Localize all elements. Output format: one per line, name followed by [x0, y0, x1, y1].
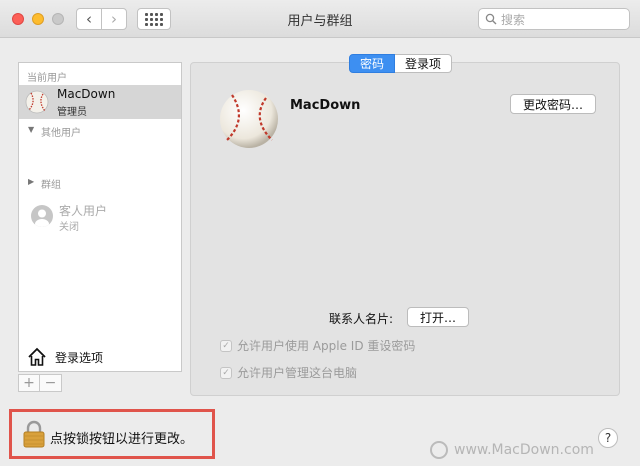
search-input[interactable]: 搜索 — [478, 8, 630, 30]
allow-admin-checkbox[interactable]: ✓ 允许用户管理这台电脑 — [220, 364, 357, 381]
window-title: 用户与群组 — [287, 14, 353, 29]
open-contact-card-button[interactable]: 打开… — [407, 307, 469, 327]
current-user-role: 管理员 — [57, 107, 87, 118]
search-icon — [485, 13, 497, 25]
watermark-logo-icon — [430, 441, 448, 459]
guest-avatar-icon — [31, 205, 53, 227]
title-bar: ‹ › 用户与群组 搜索 — [0, 0, 640, 38]
close-window-button[interactable] — [12, 13, 24, 25]
add-user-button[interactable]: + — [18, 374, 40, 392]
search-placeholder: 搜索 — [501, 12, 526, 27]
grid-icon — [145, 12, 163, 26]
login-options-item[interactable]: 登录选项 — [27, 347, 103, 367]
baseball-avatar-icon[interactable] — [218, 88, 280, 150]
minimize-window-button[interactable] — [32, 13, 44, 25]
tab-password[interactable]: 密码 — [349, 54, 396, 73]
remove-user-button[interactable]: − — [40, 374, 62, 392]
back-arrow-icon: ‹ — [86, 10, 92, 28]
watermark-text: www.MacDown.com — [454, 442, 594, 458]
guest-user-status: 关闭 — [59, 222, 79, 233]
allow-admin-label: 允许用户管理这台电脑 — [237, 366, 358, 380]
disclosure-triangle-right-icon[interactable]: ▶ — [28, 177, 34, 186]
users-sidebar: 当前用户 MacDown 管理员 ▼ 其他用户 客人用户 关闭 ▶ 群组 登录选… — [18, 62, 182, 372]
checkbox-mark-icon: ✓ — [220, 339, 232, 352]
zoom-window-button[interactable] — [52, 13, 64, 25]
checkbox-mark-icon: ✓ — [220, 366, 232, 379]
house-icon — [28, 347, 46, 366]
tab-login-items[interactable]: 登录项 — [395, 54, 453, 73]
current-user-name: MacDown — [57, 87, 116, 101]
login-options-label: 登录选项 — [55, 350, 104, 365]
change-password-button[interactable]: 更改密码… — [510, 94, 596, 114]
guest-user-name: 客人用户 — [59, 204, 108, 218]
allow-apple-id-reset-checkbox[interactable]: ✓ 允许用户使用 Apple ID 重设密码 — [220, 337, 415, 354]
groups-header[interactable]: 群组 — [41, 176, 61, 191]
forward-button[interactable]: › — [101, 8, 127, 30]
disclosure-triangle-down-icon[interactable]: ▼ — [28, 125, 34, 134]
other-users-header: 其他用户 — [41, 128, 81, 139]
back-button[interactable]: ‹ — [76, 8, 102, 30]
baseball-avatar-icon — [25, 90, 49, 114]
forward-arrow-icon: › — [111, 10, 117, 28]
lock-icon[interactable] — [22, 420, 46, 448]
user-display-name: MacDown — [290, 98, 361, 113]
add-remove-controls: + − — [18, 374, 62, 394]
help-button[interactable]: ? — [598, 428, 618, 448]
lock-message: 点按锁按钮以进行更改。 — [50, 432, 194, 447]
help-icon: ? — [604, 431, 612, 445]
tab-bar: 密码 登录项 — [349, 54, 453, 73]
current-users-header: 当前用户 — [27, 73, 67, 84]
sidebar-item-current-user[interactable]: MacDown 管理员 — [19, 85, 181, 119]
allow-apple-id-reset-label: 允许用户使用 Apple ID 重设密码 — [237, 339, 416, 353]
watermark: www.MacDown.com — [430, 441, 594, 459]
contact-card-label: 联系人名片: — [329, 312, 394, 326]
show-all-button[interactable] — [137, 8, 171, 30]
